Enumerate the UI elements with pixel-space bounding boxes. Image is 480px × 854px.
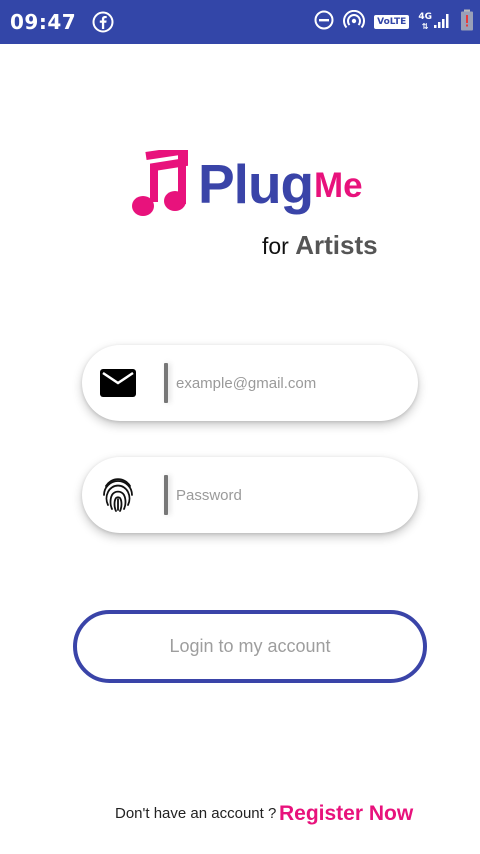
brand-tagline-bold: Artists [295, 230, 378, 260]
password-input[interactable] [176, 481, 396, 509]
music-note-icon [130, 145, 190, 223]
do-not-disturb-icon [314, 10, 334, 35]
status-bar: 09:47 VoLTE 4G ⇅ [0, 0, 480, 44]
brand-tagline: for Artists [262, 230, 378, 261]
brand-tagline-prefix: for [262, 233, 289, 259]
brand-name-suffix: Me [314, 166, 363, 205]
brand-name: Plug [198, 153, 314, 215]
password-field[interactable] [82, 457, 418, 533]
network-type: 4G ⇅ [418, 11, 432, 31]
password-field-divider [164, 475, 168, 515]
login-button[interactable]: Login to my account [73, 610, 427, 683]
status-time: 09:47 [10, 10, 77, 34]
register-link[interactable]: Register Now [279, 802, 413, 826]
signal-icon [433, 11, 451, 34]
facebook-icon [92, 11, 114, 33]
status-icons: VoLTE 4G ⇅ [314, 0, 474, 44]
email-input[interactable] [176, 369, 396, 397]
register-prompt: Don't have an account ? Register Now [0, 800, 480, 830]
register-prompt-text: Don't have an account ? [115, 805, 277, 822]
email-field[interactable] [82, 345, 418, 421]
battery-icon [460, 9, 474, 36]
volte-badge: VoLTE [374, 15, 410, 29]
hotspot-icon [343, 9, 366, 35]
network-type-label: 4G [418, 11, 432, 22]
email-field-divider [164, 363, 168, 403]
fingerprint-icon [100, 477, 136, 513]
mail-icon [100, 365, 136, 401]
